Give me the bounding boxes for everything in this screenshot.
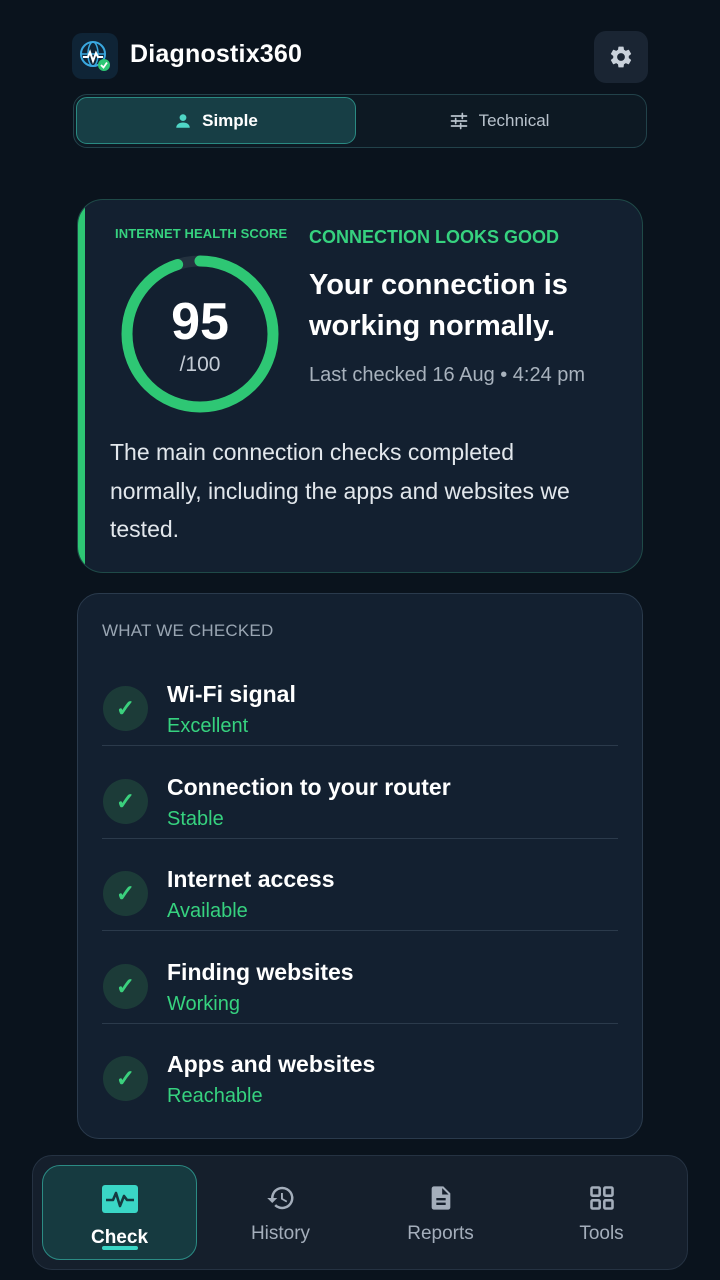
document-icon	[431, 1186, 450, 1210]
nav-tools-label: Tools	[579, 1223, 624, 1244]
bottom-nav: Check History Reports Tools	[32, 1155, 688, 1270]
settings-button[interactable]	[594, 31, 648, 83]
app-header: Diagnostix360	[72, 31, 648, 83]
app-logo-icon	[72, 33, 118, 79]
card-accent-bar	[78, 200, 85, 572]
tab-technical[interactable]: Technical	[359, 97, 639, 144]
status-label: CONNECTION LOOKS GOOD	[309, 227, 560, 247]
check-icon: ✓	[103, 964, 148, 1009]
last-checked-text: Last checked 16 Aug • 4:24 pm	[309, 364, 586, 386]
nav-reports-label: Reports	[407, 1223, 474, 1244]
person-icon	[176, 113, 190, 128]
check-name: Wi-Fi signal	[167, 681, 296, 707]
mode-toggle: Simple Technical	[73, 94, 647, 148]
check-icon: ✓	[103, 779, 148, 824]
score-max: /100	[179, 353, 221, 376]
check-status: Stable	[167, 808, 224, 830]
grid-icon	[589, 1186, 614, 1210]
nav-tools[interactable]: Tools	[524, 1165, 679, 1260]
check-name: Connection to your router	[167, 774, 451, 800]
status-headline: Your connection is working normally.	[309, 269, 568, 342]
nav-history-label: History	[250, 1223, 311, 1244]
check-status: Available	[167, 900, 248, 922]
check-row-apps: ✓ Apps and websites Reachable	[102, 1023, 618, 1116]
check-status: Excellent	[167, 715, 249, 737]
tab-simple-label: Simple	[202, 110, 258, 130]
sliders-icon	[450, 112, 467, 129]
history-icon	[266, 1186, 293, 1210]
gear-icon	[610, 46, 632, 68]
check-name: Finding websites	[167, 959, 354, 985]
score-value: 95	[171, 293, 229, 351]
check-row-internet: ✓ Internet access Available	[102, 838, 618, 931]
nav-history[interactable]: History	[203, 1165, 358, 1260]
check-status: Working	[167, 993, 240, 1015]
check-icon: ✓	[103, 1056, 148, 1101]
score-label: INTERNET HEALTH SCORE	[115, 226, 288, 241]
check-icon: ✓	[103, 686, 148, 731]
nav-check[interactable]: Check	[42, 1165, 197, 1260]
check-name: Internet access	[167, 866, 335, 892]
active-indicator	[102, 1246, 138, 1250]
tab-simple[interactable]: Simple	[76, 97, 356, 144]
check-icon: ✓	[103, 871, 148, 916]
pulse-icon	[101, 1185, 138, 1213]
check-row-wifi: ✓ Wi-Fi signal Excellent	[102, 653, 618, 746]
nav-reports[interactable]: Reports	[363, 1165, 518, 1260]
checks-title: WHAT WE CHECKED	[102, 621, 274, 640]
check-row-dns: ✓ Finding websites Working	[102, 931, 618, 1024]
tab-technical-label: Technical	[478, 110, 550, 130]
check-row-router: ✓ Connection to your router Stable	[102, 746, 618, 839]
health-score-card: INTERNET HEALTH SCORE 95 /100 CONNECTION…	[77, 199, 643, 573]
check-name: Apps and websites	[167, 1051, 376, 1077]
checks-card: WHAT WE CHECKED ✓ Wi-Fi signal Excellent…	[77, 593, 643, 1139]
check-status: Reachable	[167, 1085, 263, 1107]
app-title: Diagnostix360	[130, 40, 303, 68]
summary-text: The main connection checks completed nor…	[110, 439, 570, 542]
